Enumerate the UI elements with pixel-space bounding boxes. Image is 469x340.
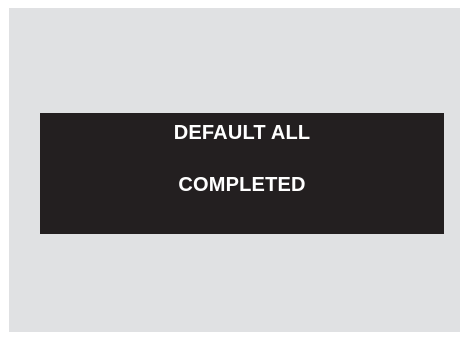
status-banner: DEFAULT ALL COMPLETED [40, 113, 444, 234]
screen: DEFAULT ALL COMPLETED [9, 8, 460, 332]
message-line-2: COMPLETED [178, 174, 306, 196]
message-line-1: DEFAULT ALL [173, 122, 311, 144]
